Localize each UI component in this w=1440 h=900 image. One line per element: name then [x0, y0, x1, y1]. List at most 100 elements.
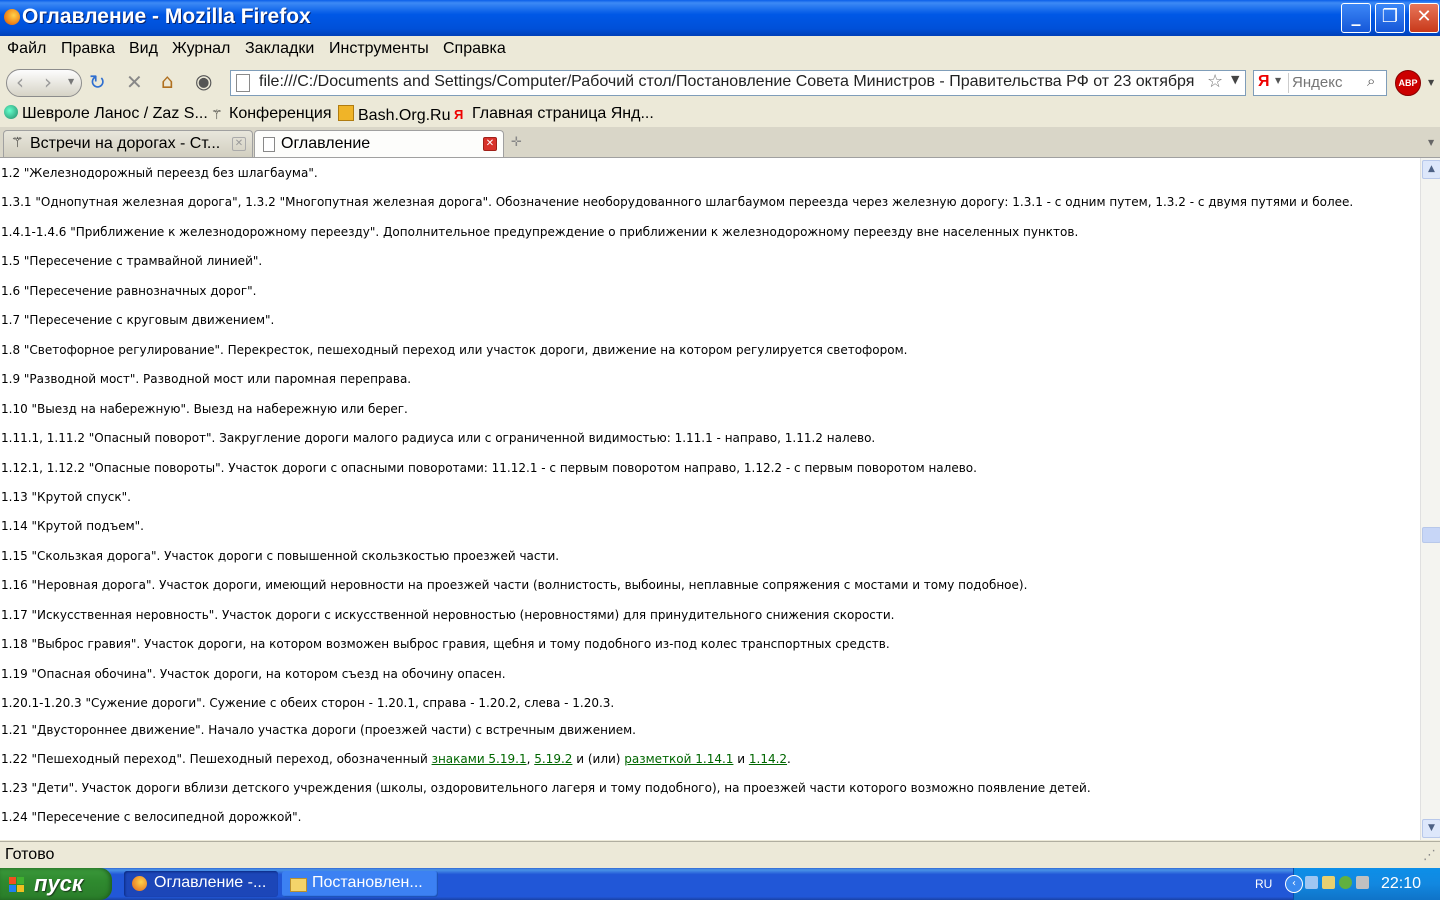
adblock-button[interactable]: ABP — [1395, 70, 1421, 96]
yandex-icon: Я — [454, 107, 464, 122]
menu-help[interactable]: Справка — [443, 40, 506, 58]
content-line: 1.23 "Дети". Участок дороги вблизи детск… — [1, 781, 1091, 795]
content-line: 1.20.1-1.20.3 "Сужение дороги". Сужение … — [1, 696, 615, 711]
content-line: 1.4.1-1.4.6 "Приближение к железнодорожн… — [1, 224, 1079, 239]
tab-close-icon[interactable]: ✕ — [483, 137, 497, 151]
tray-expand-icon[interactable]: ‹ — [1285, 875, 1303, 893]
bookmark-star-icon[interactable]: ☆ — [1207, 71, 1223, 92]
window-title-bar[interactable]: Оглавление - Mozilla Firefox _ ❐ ✕ — [0, 0, 1440, 36]
tab-list-dropdown-icon[interactable]: ▼ — [1428, 138, 1434, 147]
url-text[interactable]: file:///C:/Documents and Settings/Comput… — [259, 73, 1204, 91]
tab-label: Встречи на дорогах - Ст... — [30, 135, 221, 152]
content-line: 1.11.1, 1.11.2 "Опасный поворот". Закруг… — [1, 431, 876, 446]
adblock-dropdown-icon[interactable]: ▼ — [1428, 78, 1434, 87]
history-dropdown-icon[interactable]: ▼ — [68, 77, 74, 86]
taskbar-item-firefox[interactable]: Оглавление -... — [124, 871, 278, 897]
firefox-icon — [4, 9, 20, 25]
tab-contents[interactable]: Оглавление ✕ — [254, 130, 504, 157]
language-indicator[interactable]: RU — [1255, 877, 1272, 891]
conference-icon: ⚚ — [211, 108, 223, 123]
link-5-19-2[interactable]: 5.19.2 — [534, 752, 572, 766]
network-icon[interactable] — [1305, 876, 1318, 889]
scrollbar-thumb[interactable] — [1422, 527, 1440, 543]
yandex-logo[interactable]: Я — [1258, 73, 1270, 91]
content-line: 1.3.1 "Однопутная железная дорога", 1.3.… — [1, 195, 1354, 210]
page-content: 1.2 "Железнодорожный переезд без шлагбау… — [0, 158, 1420, 840]
content-line: 1.17 "Искусственная неровность". Участок… — [1, 607, 895, 622]
search-engine-dropdown-icon[interactable]: ▼ — [1275, 76, 1281, 85]
close-window-button[interactable]: ✕ — [1409, 3, 1439, 33]
content-line: 1.8 "Светофорное регулирование". Перекре… — [1, 342, 908, 357]
new-tab-icon[interactable]: ✛ — [511, 135, 522, 150]
search-icon[interactable]: ⌕ — [1367, 72, 1375, 90]
tab-close-icon[interactable]: ✕ — [232, 137, 246, 151]
bookmark-bash[interactable]: Bash.Org.Ru — [338, 105, 450, 125]
text-span: 1.22 "Пешеходный переход". Пешеходный пе… — [1, 752, 432, 766]
back-arrow-icon[interactable]: ‹ — [16, 70, 24, 94]
menu-view[interactable]: Вид — [129, 40, 158, 58]
window-title: Оглавление - Mozilla Firefox — [22, 5, 311, 28]
page-document-icon — [263, 137, 275, 152]
bookmark-label: Конференция — [229, 105, 332, 122]
clock: 22:10 — [1381, 875, 1422, 892]
bookmarks-toolbar: Шевроле Ланос / Zaz S... ⚚ Конференция Ba… — [0, 102, 1440, 127]
bookmark-label: Главная страница Янд... — [472, 105, 654, 122]
content-line-1-22: 1.22 "Пешеходный переход". Пешеходный пе… — [1, 752, 791, 766]
antivirus-icon[interactable] — [1339, 876, 1352, 889]
content-line: 1.12.1, 1.12.2 "Опасные повороты". Участ… — [1, 460, 977, 475]
start-button[interactable]: пуск — [0, 868, 112, 900]
status-text: Готово — [5, 846, 55, 863]
menu-history[interactable]: Журнал — [172, 40, 230, 58]
restore-button[interactable]: ❐ — [1375, 3, 1405, 33]
start-label: пуск — [34, 871, 84, 896]
content-line: 1.24 "Пересечение с велосипедной дорожко… — [1, 810, 302, 824]
bookmark-label: Шевроле Ланос / Zaz S... — [22, 105, 208, 122]
taskbar-item-folder[interactable]: Постановлен... — [282, 871, 438, 897]
menu-edit[interactable]: Правка — [61, 40, 115, 58]
bookmark-conference[interactable]: ⚚ Конференция — [211, 105, 332, 123]
bookmark-yandex[interactable]: Я Главная страница Янд... — [454, 105, 654, 123]
taskbar-item-label: Постановлен... — [312, 874, 423, 891]
extension-eye-icon[interactable]: ◉ — [195, 69, 212, 93]
content-line: 1.9 "Разводной мост". Разводной мост или… — [1, 372, 412, 387]
bookmark-chevrolet[interactable]: Шевроле Ланос / Zaz S... — [4, 105, 208, 123]
minimize-button[interactable]: _ — [1341, 3, 1371, 33]
menu-tools[interactable]: Инструменты — [329, 40, 429, 58]
mail-icon[interactable] — [1322, 876, 1335, 889]
tray-app-icon[interactable] — [1356, 876, 1369, 889]
content-line: 1.13 "Крутой спуск". — [1, 489, 131, 504]
text-span: и (или) — [572, 752, 625, 766]
text-span: и — [733, 752, 749, 766]
firefox-icon — [132, 876, 147, 891]
globe-icon — [4, 105, 18, 119]
forward-arrow-icon[interactable]: › — [44, 70, 52, 94]
home-icon[interactable]: ⌂ — [161, 69, 174, 93]
menu-file[interactable]: Файл — [7, 40, 46, 58]
content-line: 1.19 "Опасная обочина". Участок дороги, … — [1, 666, 506, 681]
content-line: 1.2 "Железнодорожный переезд без шлагбау… — [1, 166, 318, 180]
tab-strip: ⚚ Встречи на дорогах - Ст... ✕ Оглавлени… — [0, 127, 1440, 158]
reload-icon[interactable]: ↻ — [89, 70, 106, 94]
vertical-scrollbar[interactable]: ▲ ▼ — [1420, 158, 1440, 840]
tab-meetings[interactable]: ⚚ Встречи на дорогах - Ст... ✕ — [3, 130, 253, 157]
link-1-14-2[interactable]: 1.14.2 — [749, 752, 787, 766]
scroll-up-icon[interactable]: ▲ — [1422, 160, 1440, 179]
search-divider — [1288, 73, 1289, 93]
search-bar[interactable]: Я ▼ ⌕ — [1253, 70, 1387, 96]
menu-bookmarks[interactable]: Закладки — [245, 40, 314, 58]
stop-icon[interactable]: ✕ — [126, 70, 143, 94]
navigation-toolbar: ‹ › ▼ ↻ ✕ ⌂ ◉ file:///C:/Documents and S… — [0, 62, 1440, 102]
search-input[interactable] — [1290, 73, 1370, 92]
tab-label: Оглавление — [281, 135, 371, 152]
content-line: 1.10 "Выезд на набережную". Выезд на наб… — [1, 401, 408, 416]
url-bar[interactable]: file:///C:/Documents and Settings/Comput… — [230, 70, 1246, 96]
resize-grip-icon[interactable]: ⋰ — [1423, 848, 1436, 863]
menu-bar: Файл Правка Вид Журнал Закладки Инструме… — [0, 36, 1440, 62]
url-dropdown-icon[interactable]: ▼ — [1231, 73, 1239, 86]
link-marking-1-14-1[interactable]: разметкой 1.14.1 — [624, 752, 733, 766]
scroll-down-icon[interactable]: ▼ — [1422, 819, 1440, 838]
content-line: 1.15 "Скользкая дорога". Участок дороги … — [1, 548, 560, 563]
content-line: 1.18 "Выброс гравия". Участок дороги, на… — [1, 637, 890, 652]
content-line: 1.5 "Пересечение с трамвайной линией". — [1, 254, 263, 269]
link-signs-5-19-1[interactable]: знаками 5.19.1 — [432, 752, 527, 766]
